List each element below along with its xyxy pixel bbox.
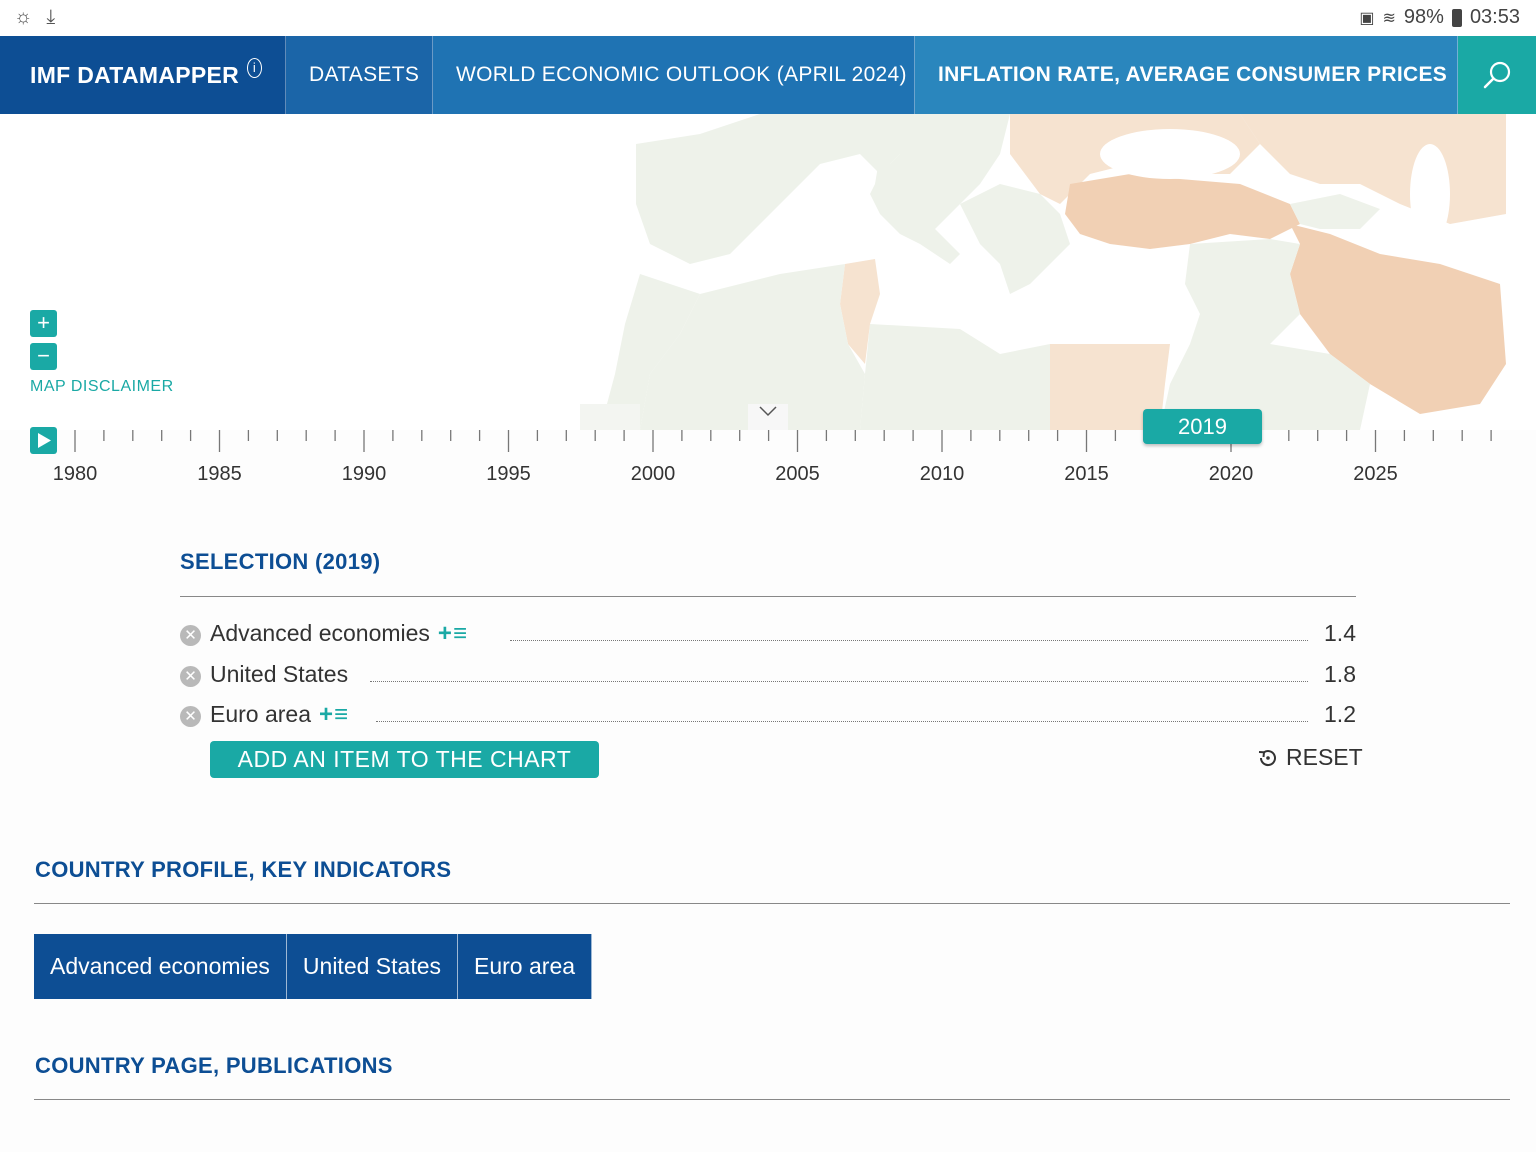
wifi-icon: ≋ [1382,9,1396,27]
plus-icon: + [37,310,50,335]
minus-icon: − [37,343,50,368]
download-icon: ⤓ [46,6,56,28]
year-timeline[interactable]: 1980 1985 1990 1995 2000 2005 2010 2015 2020 2025… [0,405,1536,505]
year-label[interactable]: 2010 [907,463,977,486]
profile-title: COUNTRY PROFILE, KEY INDICATORS [35,857,452,882]
selection-row-value: 1.2 [1324,701,1356,727]
selection-divider [180,596,1356,597]
dot-leader [510,640,1308,641]
status-bar: ☼ ⤓ ▣ ≋ 98% 03:53 [0,0,1536,36]
year-label[interactable]: 2015 [1052,463,1122,486]
weather-icon: ☼ [14,6,33,28]
status-left: ☼ ⤓ [14,6,69,29]
search-button[interactable] [1458,36,1536,114]
remove-icon[interactable]: ✕ [180,625,201,646]
profile-divider [34,903,1510,904]
selection-row-value: 1.8 [1324,661,1356,687]
info-icon[interactable]: i [247,58,262,78]
year-label[interactable]: 1990 [329,463,399,486]
dot-leader [376,721,1308,722]
add-to-list-icon[interactable]: +≡ [319,701,349,728]
reset-label: RESET [1286,744,1363,770]
add-item-button[interactable]: ADD AN ITEM TO THE CHART [210,741,599,778]
map-canvas[interactable]: + − MAP DISCLAIMER [0,114,1536,430]
profile-tabs: Advanced economies United States Euro ar… [34,934,593,999]
indicator-selector[interactable]: INFLATION RATE, AVERAGE CONSUMER PRICES [915,36,1458,114]
remove-icon[interactable]: ✕ [180,666,201,687]
add-to-list-icon[interactable]: +≡ [438,620,468,647]
profile-tab-advanced-economies[interactable]: Advanced economies [34,934,287,999]
battery-icon [1451,8,1462,27]
row-label: Euro area [210,701,312,727]
year-label[interactable]: 1980 [40,463,110,486]
selection-row-name: Advanced economies +≡ [210,620,476,648]
year-label[interactable]: 2025 [1341,463,1411,486]
zoom-in-button[interactable]: + [30,310,57,337]
clock: 03:53 [1469,6,1520,28]
timeline-ticks[interactable] [0,405,1536,465]
year-label[interactable]: 1995 [474,463,544,486]
selection-row-name: United States [210,661,357,688]
selection-row-name: Euro area +≡ [210,701,358,729]
profile-tab-euro-area[interactable]: Euro area [458,934,593,999]
selection-row: ✕ Euro area +≡ 1.2 [180,701,1356,731]
selected-year-handle[interactable]: 2019 [1143,409,1262,444]
map-disclaimer-link[interactable]: MAP DISCLAIMER [30,378,174,396]
reset-icon [1258,749,1276,766]
datasets-menu[interactable]: DATASETS [286,36,433,114]
selection-row: ✕ Advanced economies +≡ 1.4 [180,620,1356,650]
year-label[interactable]: 2005 [763,463,833,486]
dataset-label: WORLD ECONOMIC OUTLOOK (APRIL 2024) [456,63,907,86]
publications-title: COUNTRY PAGE, PUBLICATIONS [35,1053,393,1078]
profile-tab-united-states[interactable]: United States [286,934,459,999]
year-label[interactable]: 2020 [1196,463,1266,486]
year-label[interactable]: 1985 [185,463,255,486]
search-icon [1483,61,1511,89]
brand-title: IMF DATAMAPPER [30,61,240,88]
row-label: Advanced economies [210,620,430,646]
dataset-selector[interactable]: WORLD ECONOMIC OUTLOOK (APRIL 2024) [433,36,915,114]
battery-percent: 98% [1403,6,1444,28]
selection-row-value: 1.4 [1324,620,1356,646]
sim-icon: ▣ [1359,9,1375,27]
world-map[interactable] [0,114,1536,430]
status-right: ▣ ≋ 98% 03:53 [1359,6,1520,29]
publications-divider [34,1099,1510,1100]
remove-icon[interactable]: ✕ [180,706,201,727]
row-label: United States [210,661,349,687]
selection-row: ✕ United States 1.8 [180,661,1356,691]
dot-leader [370,681,1308,682]
brand-link[interactable]: IMF DATAMAPPER i [0,36,286,114]
reset-button[interactable]: RESET [1256,744,1363,771]
top-nav: IMF DATAMAPPER i DATASETS WORLD ECONOMIC… [0,36,1536,114]
year-label[interactable]: 2000 [618,463,688,486]
datasets-label: DATASETS [309,63,420,86]
zoom-out-button[interactable]: − [30,343,57,370]
selection-title: SELECTION (2019) [180,549,381,574]
indicator-label: INFLATION RATE, AVERAGE CONSUMER PRICES [938,63,1448,86]
